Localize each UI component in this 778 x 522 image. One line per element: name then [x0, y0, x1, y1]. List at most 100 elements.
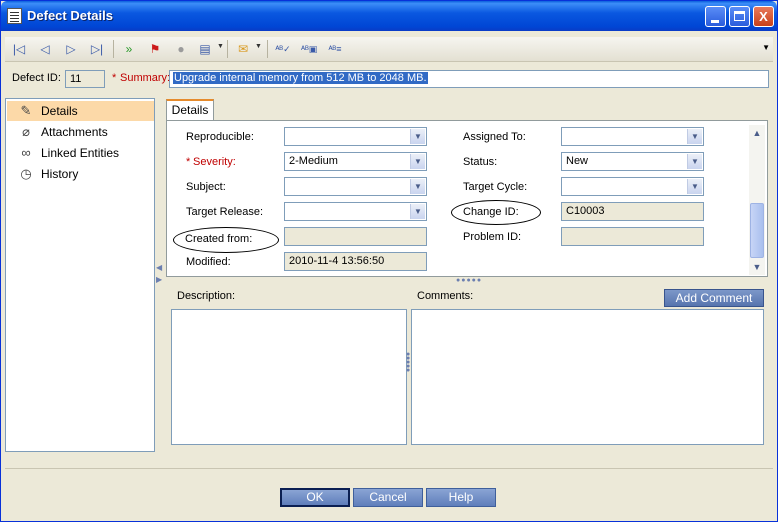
- close-button[interactable]: X: [753, 6, 774, 27]
- target-cycle-label: Target Cycle:: [463, 181, 528, 193]
- toolbar: |◁ ◁ ▷ ▷| » ⚑ ● ▤ ▼ ✉ ▼ ᴬᴮ✓ ᴬᴮ▣ ᴬᴮ≡ ▼: [5, 37, 773, 62]
- toolbar-separator: [227, 40, 228, 58]
- maximize-button[interactable]: [729, 6, 750, 27]
- flag-icon[interactable]: ⚑: [147, 41, 163, 57]
- first-record-icon[interactable]: |◁: [11, 41, 27, 57]
- status-value: New: [566, 155, 589, 167]
- scrollbar-thumb[interactable]: [750, 203, 764, 258]
- document-icon[interactable]: ▤: [197, 41, 213, 57]
- chevron-down-icon[interactable]: ▼: [687, 179, 702, 194]
- chevron-down-icon[interactable]: ▼: [410, 129, 425, 144]
- chevron-down-icon[interactable]: ▼: [410, 179, 425, 194]
- divider: [5, 468, 773, 469]
- details-scrollbar[interactable]: ▲ ▼: [749, 125, 765, 275]
- created-from-field: [284, 227, 427, 246]
- toolbar-overflow-icon[interactable]: ▼: [762, 43, 770, 52]
- chevron-down-icon[interactable]: ▼: [410, 154, 425, 169]
- sidebar-item-label: Attachments: [41, 125, 108, 139]
- chevron-down-icon[interactable]: ▼: [687, 129, 702, 144]
- target-cycle-select[interactable]: ▼: [561, 177, 704, 196]
- maximize-icon: [734, 11, 745, 21]
- sidebar-item-attachments[interactable]: ⌀ Attachments: [7, 122, 154, 142]
- severity-select[interactable]: 2-Medium ▼: [284, 152, 427, 171]
- status-label: Status:: [463, 156, 498, 168]
- reproducible-select[interactable]: ▼: [284, 127, 427, 146]
- collapse-left-icon[interactable]: ◀: [156, 263, 162, 272]
- sidebar-item-label: Linked Entities: [41, 146, 120, 160]
- chevron-down-icon[interactable]: ▼: [687, 154, 702, 169]
- summary-value: Upgrade internal memory from 512 MB to 2…: [173, 72, 428, 84]
- reproducible-label: Reproducible:: [186, 131, 254, 143]
- sidebar-item-history[interactable]: ◷ History: [7, 164, 154, 184]
- severity-required-marker: *: [186, 156, 191, 168]
- assigned-to-select[interactable]: ▼: [561, 127, 704, 146]
- thesaurus-icon[interactable]: ᴬᴮ≡: [327, 41, 343, 57]
- document-icon: [7, 8, 22, 24]
- expand-right-icon[interactable]: ▶: [156, 275, 162, 284]
- summary-label: Summary:: [120, 72, 171, 84]
- chevron-down-icon[interactable]: ▼: [410, 204, 425, 219]
- title-bar[interactable]: Defect Details X: [1, 1, 777, 31]
- change-id-field: C10003: [561, 202, 704, 221]
- sidebar-item-label: Details: [41, 104, 78, 118]
- comments-label: Comments:: [417, 290, 474, 302]
- problem-id-label: Problem ID:: [463, 231, 522, 243]
- mail-icon[interactable]: ✉: [235, 41, 251, 57]
- toolbar-separator: [113, 40, 114, 58]
- previous-record-icon[interactable]: ◁: [37, 41, 53, 57]
- go-to-icon[interactable]: »: [121, 41, 137, 57]
- defect-id-value: 11: [70, 73, 82, 85]
- problem-id-field: [561, 227, 704, 246]
- defect-id-label: Defect ID:: [12, 72, 61, 84]
- alert-icon[interactable]: ●: [173, 41, 189, 57]
- modified-field: 2010-11-4 13:56:50: [284, 252, 427, 271]
- severity-label: Severity:: [193, 156, 236, 168]
- status-select[interactable]: New ▼: [561, 152, 704, 171]
- defect-details-window: Defect Details X |◁ ◁ ▷ ▷| » ⚑ ● ▤ ▼ ✉ ▼…: [0, 0, 778, 522]
- splitter-grip-icon[interactable]: ●●●●●: [406, 351, 410, 374]
- defect-id-field: 11: [65, 70, 105, 88]
- subject-label: Subject:: [186, 181, 226, 193]
- help-button[interactable]: Help: [426, 488, 496, 507]
- change-id-label: Change ID:: [463, 206, 519, 218]
- last-record-icon[interactable]: ▷|: [89, 41, 105, 57]
- modified-label: Modified:: [186, 256, 231, 268]
- minimize-icon: [711, 20, 719, 23]
- target-release-select[interactable]: ▼: [284, 202, 427, 221]
- close-icon: X: [759, 9, 768, 24]
- spell-check-icon[interactable]: ᴬᴮ✓: [275, 41, 291, 57]
- comments-textarea[interactable]: [411, 309, 764, 445]
- chevron-down-icon[interactable]: ▼: [749, 259, 765, 275]
- chevron-down-icon[interactable]: ▼: [255, 43, 262, 50]
- toolbar-separator: [267, 40, 268, 58]
- modified-value: 2010-11-4 13:56:50: [289, 255, 385, 267]
- sidebar-item-label: History: [41, 167, 79, 181]
- summary-input[interactable]: Upgrade internal memory from 512 MB to 2…: [169, 70, 769, 88]
- cancel-button[interactable]: Cancel: [353, 488, 423, 507]
- history-icon: ◷: [20, 166, 32, 181]
- assigned-to-label: Assigned To:: [463, 131, 526, 143]
- sidebar-item-linked-entities[interactable]: ∞ Linked Entities: [7, 143, 154, 163]
- tab-label: Details: [171, 103, 209, 117]
- splitter-grip-icon[interactable]: ●●●●●: [456, 277, 482, 284]
- ok-button[interactable]: OK: [280, 488, 350, 507]
- sidebar: ✎ Details ⌀ Attachments ∞ Linked Entitie…: [5, 98, 155, 452]
- description-label: Description:: [177, 290, 236, 302]
- sidebar-item-details[interactable]: ✎ Details: [7, 101, 154, 121]
- summary-required-marker: *: [112, 72, 117, 84]
- description-textarea[interactable]: [171, 309, 407, 445]
- add-comment-button[interactable]: Add Comment: [664, 289, 764, 307]
- severity-value: 2-Medium: [289, 155, 338, 167]
- next-record-icon[interactable]: ▷: [63, 41, 79, 57]
- created-from-label: Created from:: [185, 233, 253, 245]
- target-release-label: Target Release:: [186, 206, 264, 218]
- tab-details[interactable]: Details: [166, 99, 214, 121]
- chevron-down-icon[interactable]: ▼: [217, 43, 224, 50]
- minimize-button[interactable]: [705, 6, 726, 27]
- subject-select[interactable]: ▼: [284, 177, 427, 196]
- chevron-up-icon[interactable]: ▲: [749, 125, 765, 141]
- change-id-value: C10003: [566, 205, 605, 217]
- link-icon: ∞: [21, 145, 31, 160]
- spelling-options-icon[interactable]: ᴬᴮ▣: [301, 41, 317, 57]
- details-icon: ✎: [20, 103, 32, 118]
